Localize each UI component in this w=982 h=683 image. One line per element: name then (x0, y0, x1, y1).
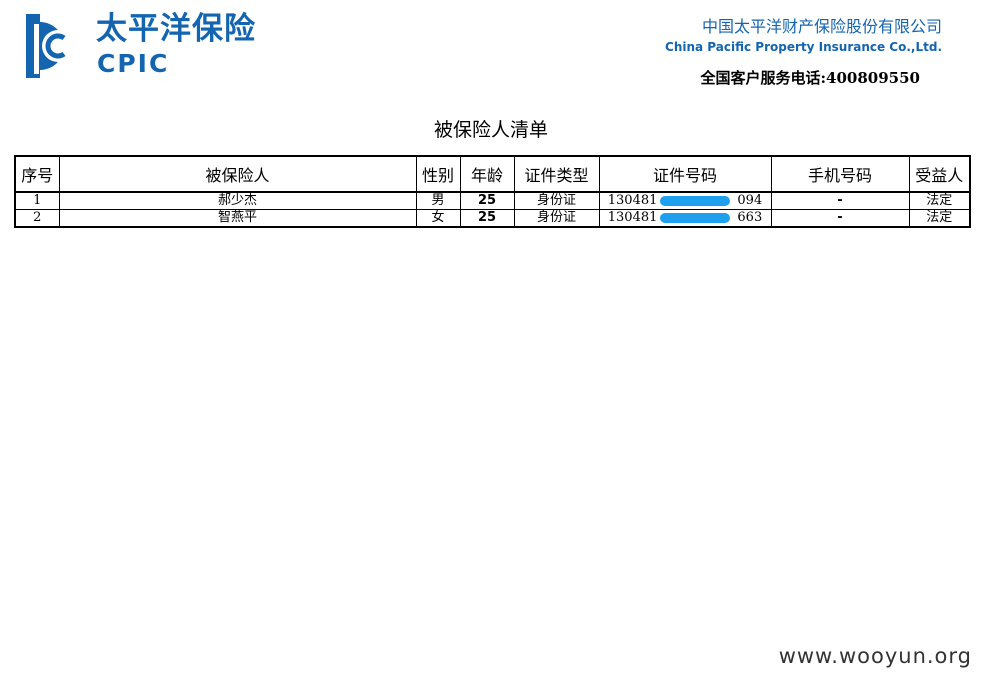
cell-phone: - (770, 191, 910, 210)
redaction-mark (659, 196, 730, 206)
cpic-logo-icon (26, 14, 74, 78)
cell-serial-no: 1 (14, 191, 60, 210)
cell-gender: 女 (415, 209, 461, 228)
id-number-suffix: 094 (737, 193, 763, 208)
customer-service-hotline: 全国客户服务电话:400809550 (700, 69, 920, 87)
header-gender: 性别 (415, 155, 461, 193)
cell-gender: 男 (415, 191, 461, 210)
logo-chinese-name: 太平洋保险 (96, 11, 256, 47)
header-insured-name: 被保险人 (58, 155, 417, 193)
header-age: 年龄 (459, 155, 515, 193)
header-serial-no: 序号 (14, 155, 60, 193)
logo-english-name: CPIC (97, 49, 170, 78)
cell-id-type: 身份证 (513, 191, 600, 210)
header-id-number: 证件号码 (598, 155, 772, 193)
cell-beneficiary: 法定 (908, 191, 971, 210)
insured-list-table: 序号 被保险人 性别 年龄 证件类型 证件号码 手机号码 受益人 1 郝少杰 男… (14, 155, 971, 228)
cell-insured-name: 郝少杰 (58, 191, 417, 210)
header-phone: 手机号码 (770, 155, 910, 193)
header-id-type: 证件类型 (513, 155, 600, 193)
table-header-row: 序号 被保险人 性别 年龄 证件类型 证件号码 手机号码 受益人 (14, 155, 971, 193)
company-name-english: China Pacific Property Insurance Co.,Ltd… (665, 40, 942, 54)
id-number-prefix: 130481 (607, 193, 658, 208)
id-number-suffix: 663 (737, 210, 763, 225)
cell-id-number: 130481 663 (598, 209, 772, 228)
cell-serial-no: 2 (14, 209, 60, 228)
table-row: 2 智燕平 女 25 身份证 130481 663 - 法定 (14, 209, 971, 228)
header-beneficiary: 受益人 (908, 155, 971, 193)
document-title: 被保险人清单 (433, 119, 548, 141)
id-number-prefix: 130481 (607, 210, 658, 225)
cell-beneficiary: 法定 (908, 209, 971, 228)
cell-age: 25 (459, 209, 515, 228)
watermark-text: www.wooyun.org (778, 644, 972, 668)
company-name-chinese: 中国太平洋财产保险股份有限公司 (701, 17, 942, 36)
cell-insured-name: 智燕平 (58, 209, 417, 228)
table-row: 1 郝少杰 男 25 身份证 130481 094 - 法定 (14, 191, 971, 210)
cell-id-number: 130481 094 (598, 191, 772, 210)
cell-id-type: 身份证 (513, 209, 600, 228)
cell-phone: - (770, 209, 910, 228)
cell-age: 25 (459, 191, 515, 210)
redaction-mark (659, 213, 730, 223)
